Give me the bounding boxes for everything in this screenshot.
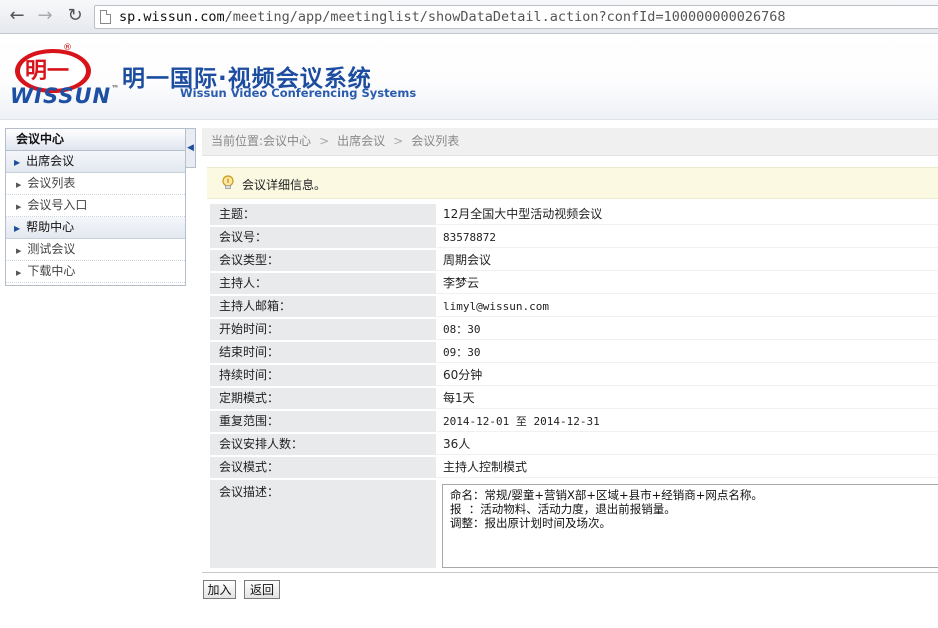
field-label: 会议安排人数： xyxy=(210,434,436,455)
back-button[interactable]: 返回 xyxy=(244,580,280,599)
table-row: 会议模式： 主持人控制模式 xyxy=(207,456,938,479)
table-row: 会议号： 83578872 xyxy=(207,226,938,249)
logo-wordmark-text: WISSUN xyxy=(10,84,112,108)
table-row: 主题： 12月全国大中型活动视频会议 xyxy=(207,203,938,226)
info-tip: 会议详细信息。 xyxy=(207,167,938,199)
table-row: 会议描述： 命名：常规/婴童+营销X部+区域+县市+经销商+网点名称。 报 ：活… xyxy=(207,479,938,571)
breadcrumb-item[interactable]: 出席会议 xyxy=(337,134,385,148)
table-row: 会议安排人数： 36人 xyxy=(207,433,938,456)
table-row: 开始时间： 08：30 xyxy=(207,318,938,341)
table-row: 主持人： 李梦云 xyxy=(207,272,938,295)
url-path: /meeting/app/meetinglist/showDataDetail.… xyxy=(224,9,786,25)
sidebar-item-label: 会议号入口 xyxy=(27,198,88,212)
table-row: 会议类型： 周期会议 xyxy=(207,249,938,272)
breadcrumb-item[interactable]: 会议列表 xyxy=(411,134,459,148)
breadcrumb-prefix: 当前位置: xyxy=(211,134,264,148)
field-value: limyl@wissun.com xyxy=(437,296,938,317)
field-label: 会议描述： xyxy=(210,480,436,568)
join-button[interactable]: 加入 xyxy=(203,580,236,599)
field-value: 12月全国大中型活动视频会议 xyxy=(437,204,938,225)
back-arrow-icon[interactable]: ← xyxy=(6,6,28,28)
table-row: 定期模式： 每1天 xyxy=(207,387,938,410)
page-icon xyxy=(100,10,111,24)
field-value: 2014-12-01 至 2014-12-31 xyxy=(437,411,938,432)
table-row: 主持人邮箱： limyl@wissun.com xyxy=(207,295,938,318)
field-value: 主持人控制模式 xyxy=(437,457,938,478)
chevron-left-icon: ◀ xyxy=(187,143,194,153)
field-value: 09：30 xyxy=(437,342,938,363)
table-row: 持续时间： 60分钟 xyxy=(207,364,938,387)
field-value: 李梦云 xyxy=(437,273,938,294)
field-label: 持续时间： xyxy=(210,365,436,386)
browser-toolbar: ← → ↻ sp.wissun.com/meeting/app/meetingl… xyxy=(0,0,938,34)
field-value: 83578872 xyxy=(437,227,938,248)
logo-wordmark: WISSUN™ xyxy=(10,84,121,108)
site-header: 明一 ® WISSUN™ 明一国际·视频会议系统 Wissun Video Co… xyxy=(0,35,938,120)
breadcrumb-item[interactable]: 会议中心 xyxy=(263,134,311,148)
field-label: 重复范围： xyxy=(210,411,436,432)
sidebar-item-meeting-number-entry[interactable]: ▶ 会议号入口 xyxy=(6,195,185,217)
field-label: 开始时间： xyxy=(210,319,436,340)
info-tip-text: 会议详细信息。 xyxy=(242,178,327,192)
table-row: 重复范围： 2014-12-01 至 2014-12-31 xyxy=(207,410,938,433)
sidebar-group-help[interactable]: ▶ 帮助中心 xyxy=(6,217,185,239)
meeting-description-textarea[interactable]: 命名：常规/婴童+营销X部+区域+县市+经销商+网点名称。 报 ：活动物料、活动… xyxy=(442,484,938,568)
forward-arrow-icon[interactable]: → xyxy=(34,6,56,28)
field-label: 结束时间： xyxy=(210,342,436,363)
address-bar[interactable]: sp.wissun.com/meeting/app/meetinglist/sh… xyxy=(94,5,938,29)
chevron-right-icon: ▶ xyxy=(16,247,22,255)
chevron-right-icon: ▶ xyxy=(14,224,21,233)
registered-mark: ® xyxy=(63,43,72,53)
field-label: 会议模式： xyxy=(210,457,436,478)
sidebar-item-download-center[interactable]: ▶ 下载中心 xyxy=(6,261,185,283)
chevron-right-icon: ▶ xyxy=(16,203,22,211)
url-host: sp.wissun.com xyxy=(119,9,225,25)
breadcrumb-separator-icon: > xyxy=(393,134,404,148)
sidebar-collapse-toggle[interactable]: ◀ xyxy=(186,128,196,168)
sidebar-item-test-meeting[interactable]: ▶ 测试会议 xyxy=(6,239,185,261)
sidebar-item-label: 下载中心 xyxy=(27,264,76,278)
sidebar-group-label: 帮助中心 xyxy=(26,220,75,234)
field-label: 会议号： xyxy=(210,227,436,248)
url-text: sp.wissun.com/meeting/app/meetinglist/sh… xyxy=(119,9,785,25)
field-label: 主持人： xyxy=(210,273,436,294)
field-label: 会议类型： xyxy=(210,250,436,271)
sidebar: 会议中心 ▶ 出席会议 ▶ 会议列表 ▶ 会议号入口 ▶ 帮助中心 ▶ 测试会议 ▶ 下载中… xyxy=(5,128,186,286)
logo-cn-text: 明一 xyxy=(25,59,69,84)
meeting-detail-table: 主题： 12月全国大中型活动视频会议 会议号： 83578872 会议类型： 周期会议… xyxy=(207,203,938,571)
brand-title-en: Wissun Video Conferencing Systems xyxy=(180,86,417,100)
sidebar-group-attend[interactable]: ▶ 出席会议 xyxy=(6,151,185,173)
table-divider xyxy=(202,572,938,573)
lightbulb-icon xyxy=(222,175,234,189)
field-label: 定期模式： xyxy=(210,388,436,409)
sidebar-item-meeting-list[interactable]: ▶ 会议列表 xyxy=(6,173,185,195)
field-value: 08：30 xyxy=(437,319,938,340)
field-value: 每1天 xyxy=(437,388,938,409)
chevron-right-icon: ▶ xyxy=(16,181,22,189)
sidebar-group-label: 出席会议 xyxy=(26,154,75,168)
field-value: 36人 xyxy=(437,434,938,455)
sidebar-item-label: 会议列表 xyxy=(27,176,76,190)
field-label: 主题： xyxy=(210,204,436,225)
table-row: 结束时间： 09：30 xyxy=(207,341,938,364)
field-value: 周期会议 xyxy=(437,250,938,271)
breadcrumb-separator-icon: > xyxy=(319,134,330,148)
breadcrumb: 当前位置:会议中心 > 出席会议 > 会议列表 xyxy=(202,128,938,156)
reload-icon[interactable]: ↻ xyxy=(64,6,86,28)
field-value: 60分钟 xyxy=(437,365,938,386)
field-label: 主持人邮箱： xyxy=(210,296,436,317)
sidebar-title: 会议中心 xyxy=(6,129,185,151)
chevron-right-icon: ▶ xyxy=(14,158,21,167)
chevron-right-icon: ▶ xyxy=(16,269,22,277)
sidebar-item-label: 测试会议 xyxy=(27,242,76,256)
